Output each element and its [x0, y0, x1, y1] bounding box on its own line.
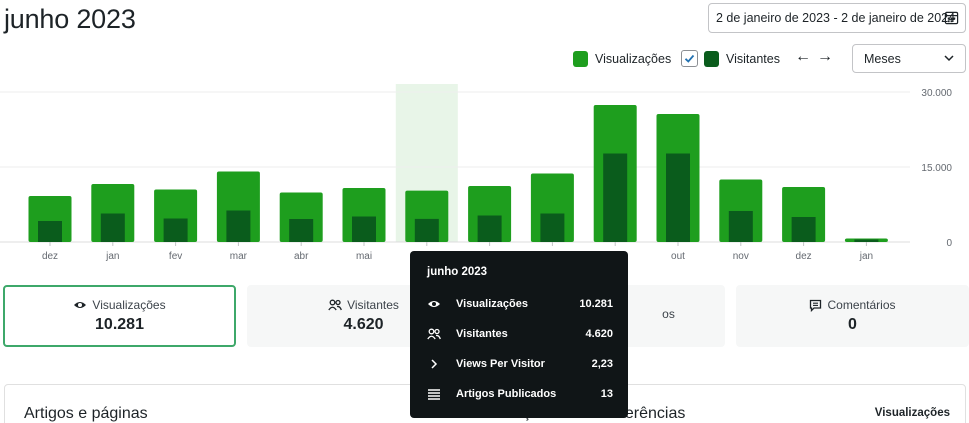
bar-visitors: [477, 215, 502, 242]
tooltip-row-visitors: Visitantes 4.620: [427, 325, 613, 343]
page-title: junho 2023: [4, 4, 136, 34]
chevron-down-icon: [944, 55, 954, 62]
bar-visitors: [352, 216, 376, 242]
visitors-swatch: [704, 51, 719, 67]
people-icon: [427, 328, 441, 340]
x-tick-label: mai: [356, 251, 372, 262]
x-tick-label: jan: [105, 251, 119, 262]
x-tick-label: mar: [230, 251, 248, 262]
date-range-picker[interactable]: 2 de janeiro de 2023 - 2 de janeiro de 2…: [708, 3, 966, 33]
legend-visitors[interactable]: Visitantes: [704, 49, 780, 69]
y-tick-label: 30.000: [921, 88, 952, 99]
y-tick-label: 15.000: [921, 163, 952, 174]
tooltip-label: Visitantes: [456, 328, 508, 340]
arrow-right-icon[interactable]: →: [817, 48, 839, 65]
bar-visitors: [38, 221, 62, 242]
x-tick-label: fev: [169, 251, 182, 262]
calendar-icon: [944, 11, 959, 25]
chevron-right-icon: [431, 359, 438, 369]
bar-visitors: [728, 211, 753, 242]
tooltip-label: Artigos Publicados: [456, 388, 557, 400]
stat-label: Comentários: [827, 298, 896, 312]
stat-label-partial: os: [662, 307, 675, 321]
eye-icon: [428, 301, 440, 307]
bar-visitors: [289, 219, 314, 242]
referrers-column-header: Visualizações: [874, 407, 950, 419]
checkmark-icon: [684, 54, 695, 63]
legend-views-label: Visualizações: [595, 52, 672, 66]
bar-visitors: [666, 153, 690, 242]
y-tick-label: 0: [946, 238, 952, 249]
bar-visitors: [603, 153, 628, 242]
bar-visitors: [226, 210, 251, 242]
tooltip-value: 13: [600, 388, 613, 400]
tooltip-row-views: Visualizações 10.281: [427, 295, 613, 313]
tooltip-value: 10.281: [579, 298, 613, 310]
legend-visitors-label: Visitantes: [726, 52, 780, 66]
date-range-label: 2 de janeiro de 2023 - 2 de janeiro de 2…: [716, 11, 956, 25]
stat-card-views[interactable]: Visualizações 10.281: [3, 285, 236, 347]
eye-icon: [74, 302, 87, 308]
x-tick-label: out: [671, 251, 685, 262]
views-swatch: [573, 51, 588, 67]
visitors-checkbox[interactable]: [681, 50, 698, 67]
views-bar-chart[interactable]: 30.00015.0000dezjanfevmarabrmaijunjulago…: [0, 80, 969, 270]
period-select[interactable]: Meses: [852, 44, 966, 73]
period-select-value: Meses: [864, 51, 901, 66]
x-tick-label: jan: [859, 251, 873, 262]
stat-value: 10.281: [95, 316, 144, 333]
bar-visitors: [540, 213, 565, 242]
tooltip-title: junho 2023: [427, 266, 488, 278]
x-tick-label: dez: [42, 251, 58, 262]
arrow-left-icon[interactable]: ←: [795, 48, 817, 65]
x-tick-label: abr: [294, 251, 309, 262]
bar-visitors: [163, 218, 188, 242]
tooltip-value: 4.620: [585, 328, 613, 340]
tooltip-row-posts: Artigos Publicados 13: [427, 385, 613, 403]
people-icon: [328, 299, 343, 311]
bar-visitors: [791, 217, 816, 242]
legend-views[interactable]: Visualizações: [573, 49, 671, 69]
bar-visitors: [414, 218, 439, 242]
chart-tooltip: junho 2023 Visualizações 10.281 Visitant…: [410, 251, 628, 418]
stat-label: Visitantes: [347, 298, 399, 312]
tooltip-row-views-per-visitor: Views Per Visitor 2,23: [427, 355, 613, 373]
stat-value: 4.620: [343, 316, 384, 333]
posts-panel-title: Artigos e páginas: [24, 405, 148, 422]
comment-icon: [810, 299, 822, 312]
stat-value: 0: [848, 316, 857, 333]
tooltip-value: 2,23: [591, 358, 613, 370]
tooltip-label: Visualizações: [456, 298, 528, 310]
period-nav: ←→: [795, 48, 839, 66]
tooltip-label: Views Per Visitor: [456, 358, 545, 370]
list-icon: [428, 389, 440, 400]
bar-visitors: [100, 213, 125, 242]
stat-card-comments[interactable]: Comentários 0: [736, 285, 969, 347]
x-tick-label: dez: [796, 251, 812, 262]
bar-visitors: [854, 239, 879, 242]
x-tick-label: nov: [733, 251, 749, 262]
stat-label: Visualizações: [92, 298, 166, 312]
